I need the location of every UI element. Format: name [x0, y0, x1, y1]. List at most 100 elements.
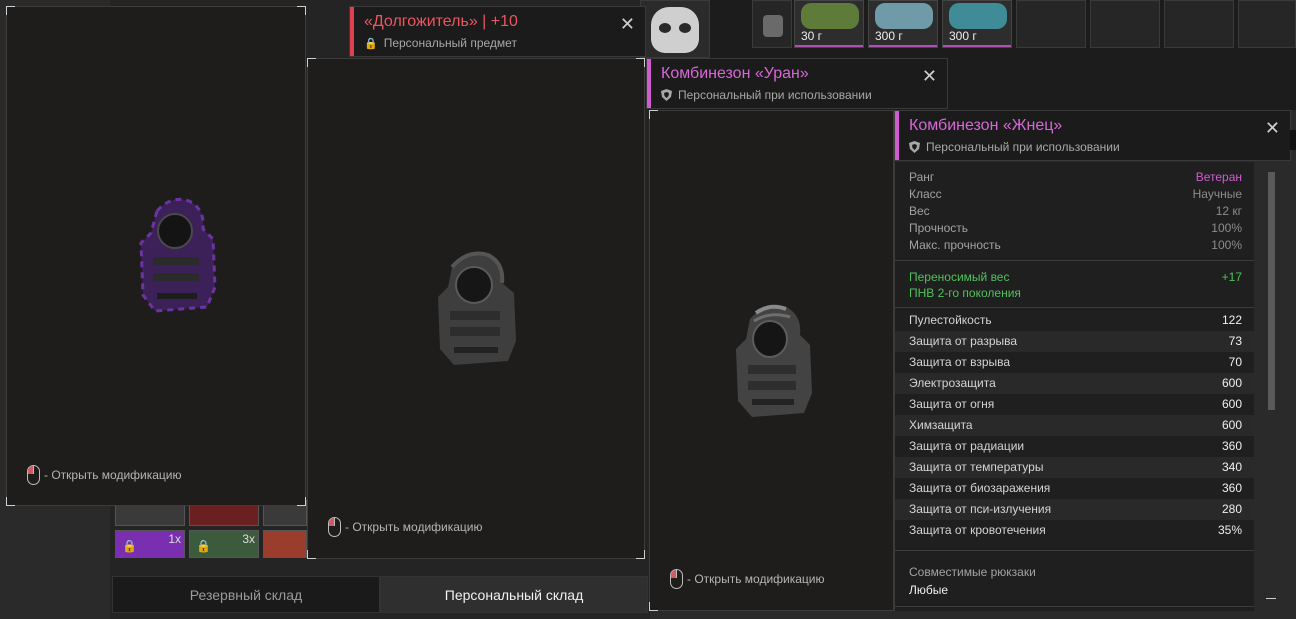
slot-rarity-bar — [795, 45, 863, 47]
backpacks-label: Совместимые рюкзаки — [909, 565, 1036, 579]
backpacks-section: Совместимые рюкзаки Любые — [895, 557, 1254, 597]
item-stats-panel[interactable]: Ранг Ветеран Класс Научные Вес 12 кг Прочно… — [894, 162, 1254, 611]
stat-value: 600 — [1221, 418, 1242, 432]
divider — [895, 550, 1254, 551]
stat-label: Класс — [909, 187, 942, 201]
inventory-slot-ore-3[interactable]: 300 г — [942, 0, 1012, 48]
frame-corner — [297, 6, 306, 15]
stat-row-carry-weight: Переносимый вес +17 — [895, 269, 1254, 285]
stat-label: ПНВ 2-го поколения — [909, 286, 1021, 300]
suit-model-uran — [438, 251, 516, 365]
item-subtitle: Персональный при использовании — [909, 140, 1120, 154]
stat-label: Защита от температуры — [909, 460, 1044, 474]
item-binding-text: Персональный при использовании — [926, 140, 1120, 154]
stat-value: 35% — [1217, 523, 1242, 537]
open-mod-text: - Открыть модификацию — [345, 520, 483, 534]
storage-tabs: Резервный склад Персональный склад — [112, 576, 648, 613]
edge-panel — [1290, 130, 1296, 150]
inventory-slot-ore-2[interactable]: 300 г — [868, 0, 938, 48]
stat-value: 340 — [1221, 460, 1242, 474]
lock-icon: 🔒 — [122, 539, 137, 553]
stat-value: 70 — [1228, 355, 1242, 369]
stat-row-chemical: Химзащита 600 — [895, 415, 1254, 436]
stat-value: 12 кг — [1215, 204, 1242, 218]
armor-slot[interactable] — [752, 0, 792, 48]
open-mod-hint: - Открыть модификацию — [27, 465, 182, 485]
stat-label: Защита от пси-излучения — [909, 502, 1052, 516]
divider — [895, 606, 1254, 607]
stat-value: 360 — [1221, 481, 1242, 495]
close-button[interactable]: ✕ — [620, 15, 635, 33]
frame-corner — [6, 6, 15, 15]
frame-corner — [1266, 598, 1276, 599]
item-header-3: Комбинезон «Жнец» Персональный при испол… — [894, 110, 1291, 161]
item-header-2: Комбинезон «Уран» Персональный при испол… — [646, 58, 948, 109]
stat-value: Научные — [1192, 187, 1242, 201]
inventory-item[interactable] — [263, 530, 307, 558]
item-title: «Долгожитель» | +10 — [364, 13, 518, 30]
stat-value: 360 — [1221, 439, 1242, 453]
stat-row-fire: Защита от огня 600 — [895, 394, 1254, 415]
divider — [895, 307, 1254, 308]
stat-label: Вес — [909, 204, 930, 218]
inventory-slot-empty[interactable] — [1164, 0, 1234, 48]
stat-value: 73 — [1228, 334, 1242, 348]
stat-row-rank: Ранг Ветеран — [895, 169, 1254, 186]
stat-value: 280 — [1221, 502, 1242, 516]
stat-row-night-vision: ПНВ 2-го поколения — [895, 285, 1254, 301]
close-button[interactable]: ✕ — [922, 67, 937, 85]
mouse-icon — [328, 517, 341, 537]
skull-item[interactable] — [640, 0, 710, 58]
stat-label: Защита от кровотечения — [909, 523, 1046, 537]
tab-reserve-storage[interactable]: Резервный склад — [112, 576, 380, 613]
inventory-item[interactable]: 🔒 3x — [189, 530, 259, 558]
item-preview-card-1: - Открыть модификацию — [6, 6, 306, 506]
stats-scrollbar-thumb[interactable] — [1268, 172, 1275, 410]
item-subtitle: 🔒 Персональный предмет — [364, 36, 517, 50]
inventory-slot-empty[interactable] — [1016, 0, 1086, 48]
ore-icon — [875, 3, 933, 29]
inventory-slot-ore-1[interactable]: 30 г — [794, 0, 864, 48]
item-preview-card-2: - Открыть модификацию — [307, 58, 645, 559]
frame-corner — [6, 497, 15, 506]
inventory-item[interactable]: 🔒 1x — [115, 530, 185, 558]
rarity-bar — [647, 59, 651, 108]
inventory-slot-empty[interactable] — [1090, 0, 1160, 48]
frame-corner — [649, 110, 658, 119]
armor-slot-icon — [763, 15, 783, 37]
rarity-bar — [895, 111, 899, 160]
tab-personal-storage[interactable]: Персональный склад — [380, 576, 648, 613]
item-count: 3x — [242, 532, 255, 546]
protection-group: Пулестойкость 122 Защита от разрыва 73 Защ… — [895, 310, 1254, 541]
stat-label: Пулестойкость — [909, 313, 992, 327]
item-subtitle: Персональный при использовании — [661, 88, 872, 102]
close-button[interactable]: ✕ — [1265, 119, 1280, 137]
stat-value: +17 — [1221, 270, 1242, 284]
item-title: Комбинезон «Уран» — [661, 65, 809, 82]
slot-rarity-bar — [869, 45, 937, 47]
stat-value: 600 — [1221, 397, 1242, 411]
stat-row-bio: Защита от биозаражения 360 — [895, 478, 1254, 499]
rarity-bar — [350, 7, 354, 56]
open-mod-hint: - Открыть модификацию — [670, 569, 825, 589]
stat-row-temperature: Защита от температуры 340 — [895, 457, 1254, 478]
stat-label: Переносимый вес — [909, 270, 1010, 284]
shield-icon — [909, 141, 920, 153]
divider — [895, 260, 1254, 261]
item-count: 1x — [168, 532, 181, 546]
frame-corner — [636, 58, 645, 67]
info-group: Ранг Ветеран Класс Научные Вес 12 кг Прочно… — [895, 169, 1254, 254]
stat-value: 122 — [1221, 313, 1242, 327]
item-binding-text: Персональный при использовании — [678, 88, 872, 102]
open-mod-text: - Открыть модификацию — [44, 468, 182, 482]
inventory-slot-empty[interactable] — [1238, 0, 1296, 48]
frame-corner — [649, 602, 658, 611]
stat-row-electro: Электрозащита 600 — [895, 373, 1254, 394]
ore-icon — [801, 3, 859, 29]
backpacks-value: Любые — [909, 583, 949, 597]
stat-row-bullet: Пулестойкость 122 — [895, 310, 1254, 331]
bonus-group: Переносимый вес +17 ПНВ 2-го поколения — [895, 267, 1254, 301]
stat-value: 100% — [1211, 221, 1242, 235]
shield-icon — [661, 89, 672, 101]
stat-row-weight: Вес 12 кг — [895, 203, 1254, 220]
